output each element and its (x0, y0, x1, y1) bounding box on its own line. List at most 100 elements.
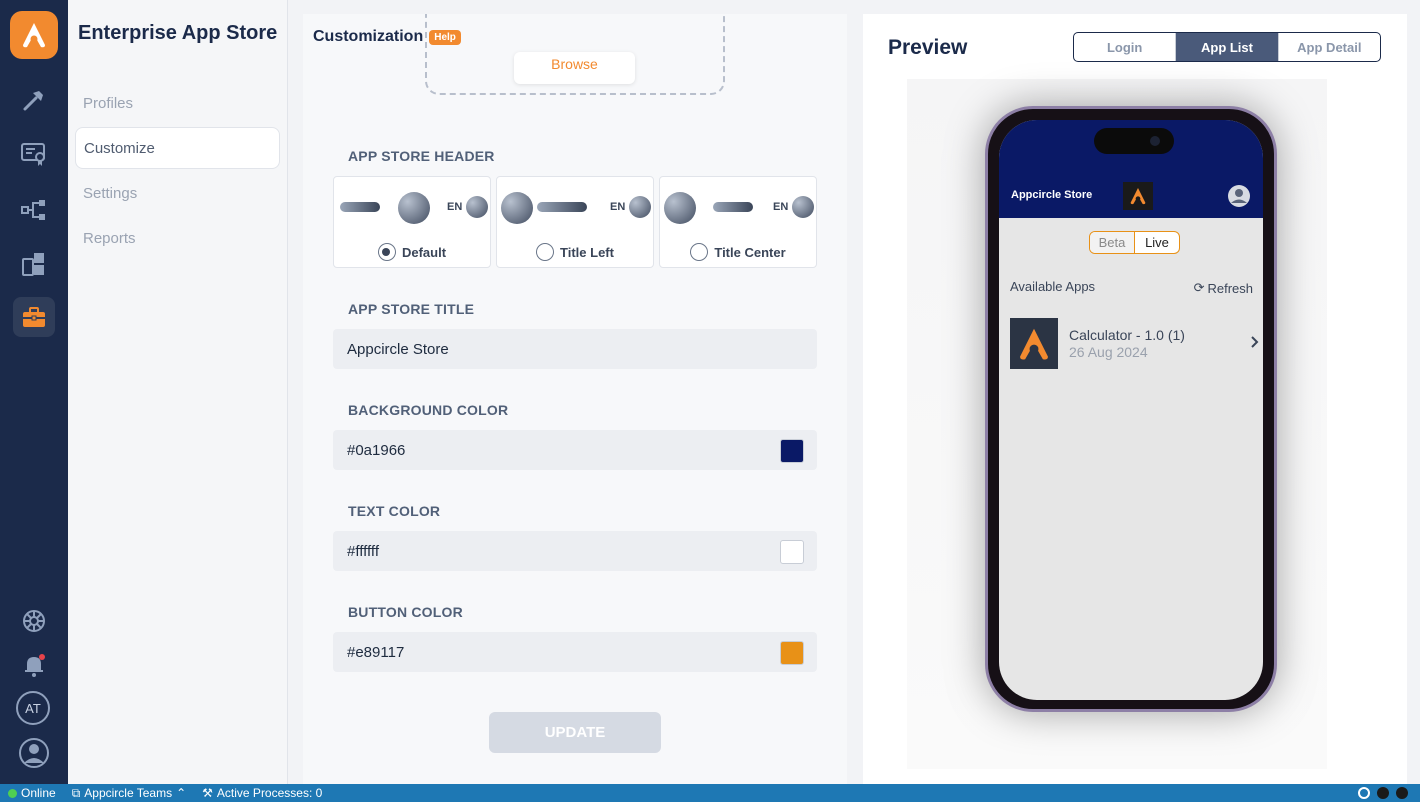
app-date: 26 Aug 2024 (1069, 344, 1148, 360)
store-title-input[interactable]: Appcircle Store (333, 329, 817, 369)
title-bar-shape (537, 202, 587, 212)
tab-app-detail[interactable]: App Detail (1279, 33, 1380, 61)
customization-title-text: Customization (313, 28, 424, 45)
update-button[interactable]: UPDATE (489, 712, 661, 753)
beta-live-toggle[interactable]: Beta Live (1089, 231, 1180, 254)
lang-label: EN (773, 201, 789, 213)
online-label: Online (21, 786, 56, 800)
sidebar-item-settings[interactable]: Settings (75, 172, 280, 214)
settings-wheel-icon[interactable] (13, 601, 55, 641)
toggle-beta[interactable]: Beta (1090, 232, 1135, 253)
phone-mockup: Appcircle Store Beta Live Available Apps… (985, 106, 1277, 712)
profile-shape (629, 196, 651, 218)
profile-shape (792, 196, 814, 218)
app-name: Calculator - 1.0 (1) (1069, 327, 1185, 343)
logo-shape (664, 192, 696, 224)
profile-shape (466, 196, 488, 218)
header-option-title-center[interactable]: EN Title Center (659, 176, 817, 268)
distribution-icon[interactable] (13, 190, 55, 230)
sidebar: Enterprise App Store Profiles Customize … (68, 0, 288, 784)
bg-color-label: BACKGROUND COLOR (348, 402, 509, 418)
profile-icon[interactable] (1227, 184, 1251, 213)
sidebar-item-profiles[interactable]: Profiles (75, 82, 280, 124)
indicator-ring-icon (1358, 787, 1370, 799)
available-apps-label: Available Apps (1010, 279, 1096, 294)
lang-label: EN (610, 201, 626, 213)
title-bar-shape (713, 202, 753, 212)
logo-shape (398, 192, 430, 224)
chevron-up-icon: ⌃ (176, 786, 187, 800)
button-color-label: BUTTON COLOR (348, 604, 463, 620)
button-color-value: #e89117 (347, 643, 405, 661)
hammer-icon[interactable] (13, 80, 55, 120)
text-color-swatch[interactable] (780, 540, 804, 564)
team-avatar[interactable]: AT (16, 691, 50, 725)
certificate-icon[interactable] (13, 134, 55, 174)
tab-login[interactable]: Login (1074, 33, 1177, 61)
lang-label: EN (447, 201, 463, 213)
icon-rail: AT (0, 0, 68, 784)
bg-color-input[interactable]: #0a1966 (333, 430, 817, 470)
radio-title-left[interactable] (536, 243, 555, 261)
text-color-value: #ffffff (347, 542, 379, 560)
toggle-live[interactable]: Live (1135, 232, 1179, 253)
preview-title: Preview (888, 36, 968, 59)
notification-bell-icon[interactable] (13, 645, 55, 685)
radio-row-title-center: Title Center (660, 243, 816, 261)
team-selector[interactable]: ⧉ Appcircle Teams ⌃ (72, 786, 186, 801)
button-color-swatch[interactable] (780, 641, 804, 665)
sidebar-item-customize[interactable]: Customize (75, 127, 280, 169)
hammer-small-icon: ⚒ (202, 786, 213, 800)
processes-label: Active Processes: 0 (216, 786, 323, 800)
radio-label-default: Default (401, 244, 447, 260)
indicator-dot-icon (1377, 787, 1389, 799)
title-section-label: APP STORE TITLE (348, 301, 475, 317)
bg-color-swatch[interactable] (780, 439, 804, 463)
app-list-item[interactable]: Calculator - 1.0 (1) 26 Aug 2024 (1010, 318, 1260, 370)
enterprise-store-icon[interactable] (13, 297, 55, 337)
button-color-input[interactable]: #e89117 (333, 632, 817, 672)
refresh-label: Refresh (1207, 280, 1253, 296)
tab-app-list[interactable]: App List (1176, 33, 1279, 61)
publish-icon[interactable] (13, 244, 55, 284)
app-icon (1010, 318, 1058, 369)
refresh-button[interactable]: ⟳ Refresh (1194, 280, 1253, 296)
text-color-label: TEXT COLOR (348, 503, 441, 519)
store-logo-icon (1123, 182, 1153, 210)
radio-label-title-left: Title Left (560, 244, 614, 260)
header-section-label: APP STORE HEADER (348, 148, 495, 164)
team-icon: ⧉ (71, 785, 81, 800)
sidebar-title: Enterprise App Store (78, 22, 278, 44)
sidebar-item-reports[interactable]: Reports (75, 217, 280, 259)
online-dot-icon (8, 788, 17, 798)
refresh-icon: ⟳ (1193, 280, 1205, 295)
chevron-right-icon (1250, 335, 1260, 354)
help-badge[interactable]: Help (429, 29, 461, 45)
browse-button[interactable]: Browse (514, 52, 635, 84)
radio-default[interactable] (377, 243, 396, 261)
store-name: Appcircle Store (1011, 189, 1093, 201)
online-status: Online (8, 786, 56, 800)
radio-row-default: Default (334, 243, 490, 261)
header-option-title-left[interactable]: EN Title Left (496, 176, 654, 268)
active-processes[interactable]: ⚒ Active Processes: 0 (202, 786, 322, 800)
user-avatar-icon[interactable] (13, 733, 55, 773)
radio-row-title-left: Title Left (497, 243, 653, 261)
logo-shape (501, 192, 533, 224)
header-option-default[interactable]: EN Default (333, 176, 491, 268)
app-store-header: Appcircle Store (999, 120, 1263, 218)
radio-title-center[interactable] (690, 243, 709, 261)
indicator-dot-icon (1396, 787, 1408, 799)
bg-color-value: #0a1966 (347, 441, 406, 459)
preview-tabs: Login App List App Detail (1073, 32, 1381, 62)
team-label: Appcircle Teams (84, 786, 173, 800)
customization-panel: Customization Help Browse APP STORE HEAD… (303, 14, 847, 784)
appcircle-logo-icon[interactable] (10, 11, 58, 59)
title-bar-shape (340, 202, 380, 212)
radio-label-title-center: Title Center (714, 244, 786, 260)
customization-title: Customization Help (313, 28, 461, 46)
text-color-input[interactable]: #ffffff (333, 531, 817, 571)
phone-screen: Appcircle Store Beta Live Available Apps… (999, 120, 1263, 700)
status-bar: Online ⧉ Appcircle Teams ⌃ ⚒ Active Proc… (0, 784, 1420, 802)
dynamic-island (1094, 128, 1174, 154)
